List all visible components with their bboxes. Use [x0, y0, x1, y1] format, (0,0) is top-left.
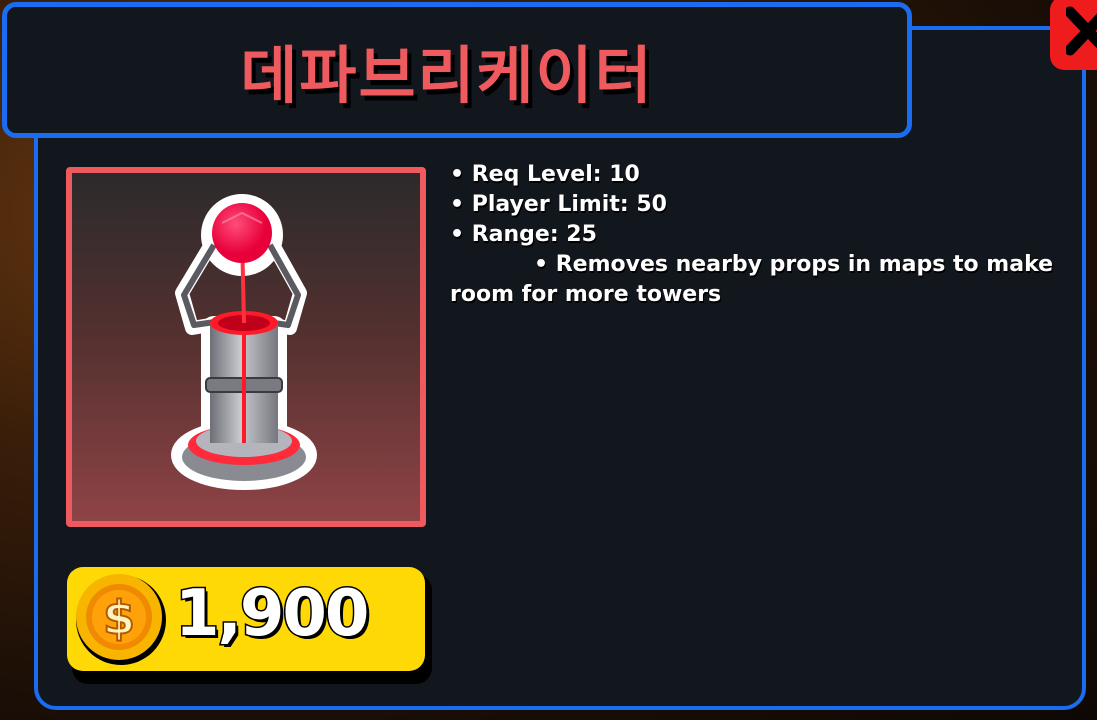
tower-preview — [66, 167, 426, 527]
price-amount: 1,900 — [173, 576, 370, 653]
title-banner: 데파브리케이터 — [2, 2, 912, 138]
tower-description: • Removes nearby props in maps to make r… — [450, 252, 1054, 307]
player-limit-stat: • Player Limit: 50 — [450, 192, 667, 217]
svg-text:$: $ — [103, 591, 135, 645]
req-level-stat: • Req Level: 10 — [450, 162, 640, 187]
range-stat: • Range: 25 — [450, 222, 597, 247]
tower-stats: • Req Level: 10 • Player Limit: 50 • Ran… — [450, 160, 1070, 310]
tower-image — [171, 194, 317, 490]
buy-price-button[interactable]: $ 1,900 — [67, 567, 425, 671]
close-button[interactable] — [1050, 0, 1097, 70]
tower-title: 데파브리케이터 — [240, 39, 654, 112]
coin-dollar-icon: $ — [76, 574, 166, 665]
close-x-icon — [1066, 6, 1097, 56]
